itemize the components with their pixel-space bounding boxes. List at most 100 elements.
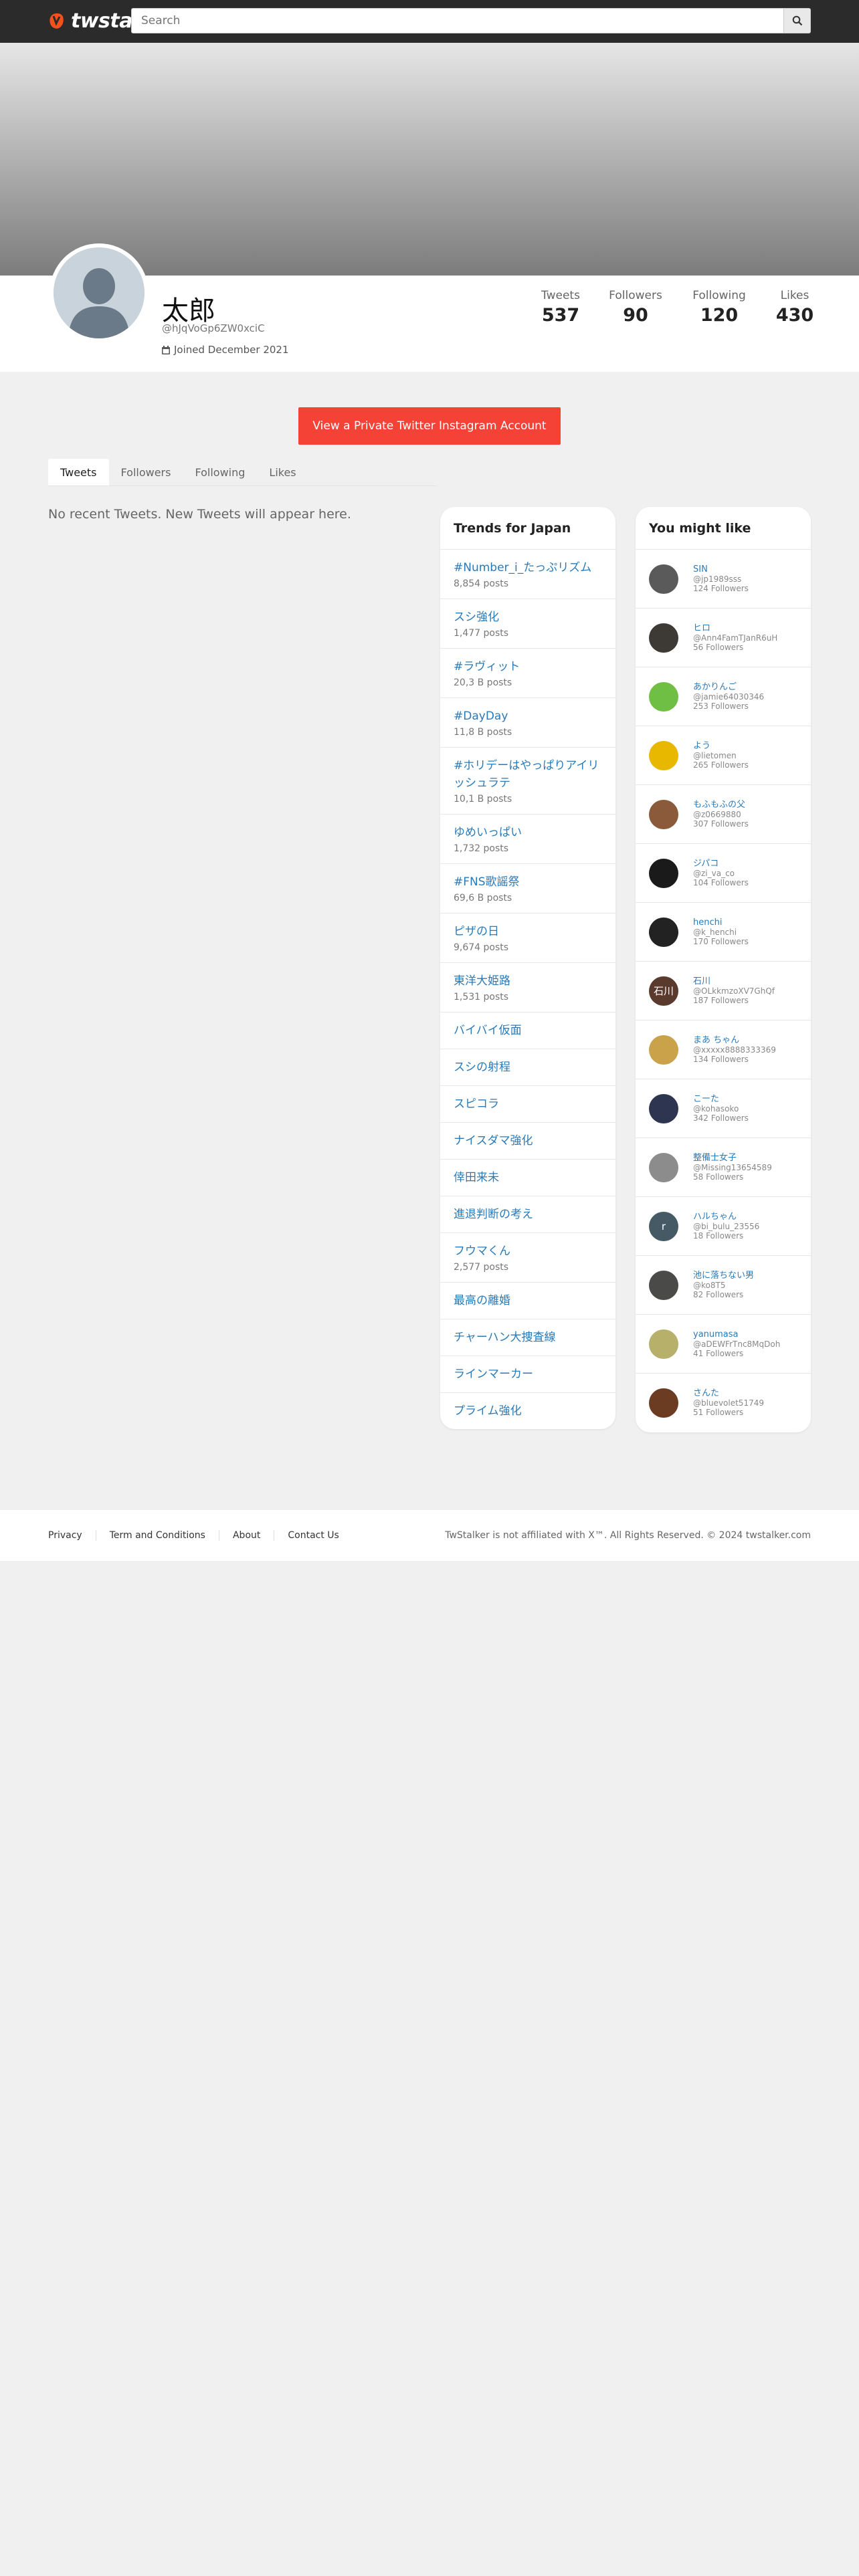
trend-name[interactable]: ラインマーカー	[454, 1366, 602, 1383]
suggested-user[interactable]: yanumasa @aDEWFrTnc8MqDoh 41 Followers	[636, 1315, 811, 1374]
trend-name[interactable]: フウマくん	[454, 1243, 602, 1260]
user-avatar[interactable]	[649, 564, 678, 594]
trend-item[interactable]: プライム強化	[440, 1393, 615, 1429]
trend-name[interactable]: #ホリデーはやっぱりアイリッシュラテ	[454, 757, 602, 792]
user-avatar[interactable]	[649, 740, 678, 770]
trend-name[interactable]: 進退判断の考え	[454, 1206, 602, 1223]
trend-item[interactable]: #Number_i_たっぷリズム 8,854 posts	[440, 550, 615, 599]
user-name[interactable]: まあ ちゃん	[693, 1035, 776, 1045]
trend-name[interactable]: チャーハン大捜査線	[454, 1329, 602, 1346]
user-name[interactable]: ヒロ	[693, 623, 777, 633]
user-name[interactable]: よう	[693, 741, 749, 751]
trend-name[interactable]: #ラヴィット	[454, 658, 602, 675]
suggested-user[interactable]: こーた @kohasoko 342 Followers	[636, 1079, 811, 1138]
search-button[interactable]	[784, 8, 811, 33]
suggested-user[interactable]: まあ ちゃん @xxxxx8888333369 134 Followers	[636, 1021, 811, 1079]
user-avatar[interactable]: 石川	[649, 976, 678, 1006]
suggested-user[interactable]: henchi @k_henchi 170 Followers	[636, 903, 811, 962]
stat-following[interactable]: Following 120	[689, 289, 749, 326]
trend-item[interactable]: ナイスダマ強化	[440, 1123, 615, 1160]
user-avatar[interactable]	[649, 1329, 678, 1359]
stat-followers[interactable]: Followers 90	[607, 289, 664, 326]
user-avatar[interactable]	[649, 681, 678, 712]
footer-link-contact[interactable]: Contact Us	[274, 1530, 352, 1541]
user-avatar[interactable]	[649, 1152, 678, 1182]
tab-followers[interactable]: Followers	[109, 459, 183, 486]
user-avatar[interactable]	[649, 917, 678, 947]
user-avatar[interactable]	[649, 623, 678, 653]
suggested-user[interactable]: さんた @bluevolet51749 51 Followers	[636, 1374, 811, 1432]
user-avatar[interactable]	[649, 1093, 678, 1123]
footer-link-privacy[interactable]: Privacy	[48, 1530, 96, 1541]
suggested-user[interactable]: もふもふの父 @z0669880 307 Followers	[636, 785, 811, 844]
stat-likes[interactable]: Likes 430	[775, 289, 815, 326]
suggested-user[interactable]: ジパコ @zi_va_co 104 Followers	[636, 844, 811, 903]
user-avatar[interactable]	[649, 1270, 678, 1300]
user-name[interactable]: こーた	[693, 1094, 749, 1104]
trend-name[interactable]: #Number_i_たっぷリズム	[454, 559, 602, 576]
user-name[interactable]: 池に落ちない男	[693, 1271, 754, 1281]
trend-item[interactable]: スピコラ	[440, 1086, 615, 1123]
trend-name[interactable]: 東洋大姫路	[454, 972, 602, 990]
trend-name[interactable]: スシ強化	[454, 609, 602, 626]
search-input[interactable]	[131, 8, 784, 33]
suggested-user[interactable]: r ハルちゃん @bi_bulu_23556 18 Followers	[636, 1197, 811, 1256]
trend-name[interactable]: ピザの日	[454, 923, 602, 940]
footer-link-about[interactable]: About	[218, 1530, 274, 1541]
trend-item[interactable]: #DayDay 11,8 B posts	[440, 698, 615, 748]
profile-avatar[interactable]	[54, 247, 145, 338]
trend-item[interactable]: バイバイ仮面	[440, 1012, 615, 1049]
user-name[interactable]: ハルちゃん	[693, 1212, 759, 1222]
user-avatar[interactable]	[649, 1035, 678, 1065]
suggested-user[interactable]: 整備士女子 @Missing13654589 58 Followers	[636, 1138, 811, 1197]
user-name[interactable]: henchi	[693, 918, 749, 928]
footer-link-terms[interactable]: Term and Conditions	[95, 1530, 219, 1541]
trend-item[interactable]: 倖田来未	[440, 1160, 615, 1196]
trend-item[interactable]: ラインマーカー	[440, 1356, 615, 1393]
trend-item[interactable]: フウマくん 2,577 posts	[440, 1233, 615, 1283]
stat-tweets[interactable]: Tweets 537	[541, 289, 581, 326]
suggested-user[interactable]: ヒロ @Ann4FamTJanR6uH 56 Followers	[636, 609, 811, 667]
trend-name[interactable]: プライム強化	[454, 1402, 602, 1420]
trend-name[interactable]: バイバイ仮面	[454, 1022, 602, 1039]
trend-name[interactable]: 最高の離婚	[454, 1292, 602, 1309]
view-private-account-button[interactable]: View a Private Twitter Instagram Account	[298, 407, 561, 445]
trend-name[interactable]: 倖田来未	[454, 1169, 602, 1186]
trend-item[interactable]: 東洋大姫路 1,531 posts	[440, 963, 615, 1012]
trend-item[interactable]: 進退判断の考え	[440, 1196, 615, 1233]
trend-name[interactable]: #FNS歌謡祭	[454, 873, 602, 891]
suggested-user[interactable]: 池に落ちない男 @ko8T5 82 Followers	[636, 1256, 811, 1315]
trend-name[interactable]: #DayDay	[454, 708, 602, 725]
trend-item[interactable]: スシ強化 1,477 posts	[440, 599, 615, 649]
trend-item[interactable]: #ホリデーはやっぱりアイリッシュラテ 10,1 B posts	[440, 748, 615, 815]
user-name[interactable]: さんた	[693, 1389, 764, 1398]
trend-item[interactable]: #FNS歌謡祭 69,6 B posts	[440, 864, 615, 914]
user-name[interactable]: あかりんご	[693, 682, 764, 692]
suggested-user[interactable]: 石川 石川 @OLkkmzoXV7GhQf 187 Followers	[636, 962, 811, 1021]
user-avatar[interactable]	[649, 799, 678, 829]
trend-item[interactable]: ゆめいっぱい 1,732 posts	[440, 815, 615, 864]
user-avatar[interactable]: r	[649, 1211, 678, 1241]
user-name[interactable]: yanumasa	[693, 1329, 780, 1339]
trend-item[interactable]: チャーハン大捜査線	[440, 1319, 615, 1356]
trend-name[interactable]: スピコラ	[454, 1095, 602, 1113]
trend-item[interactable]: スシの射程	[440, 1049, 615, 1086]
tab-likes[interactable]: Likes	[257, 459, 308, 486]
trend-item[interactable]: ピザの日 9,674 posts	[440, 914, 615, 963]
suggested-user[interactable]: あかりんご @jamie64030346 253 Followers	[636, 667, 811, 726]
tab-tweets[interactable]: Tweets	[48, 459, 109, 486]
suggested-user[interactable]: SIN @jp1989sss 124 Followers	[636, 550, 811, 609]
user-name[interactable]: ジパコ	[693, 859, 749, 869]
user-name[interactable]: 石川	[693, 976, 775, 986]
suggested-user[interactable]: よう @lietomen 265 Followers	[636, 726, 811, 785]
trend-name[interactable]: ナイスダマ強化	[454, 1132, 602, 1150]
trend-item[interactable]: #ラヴィット 20,3 B posts	[440, 649, 615, 698]
user-name[interactable]: SIN	[693, 564, 749, 574]
user-avatar[interactable]	[649, 1388, 678, 1418]
trend-name[interactable]: スシの射程	[454, 1059, 602, 1076]
trend-item[interactable]: 最高の離婚	[440, 1283, 615, 1319]
trend-name[interactable]: ゆめいっぱい	[454, 824, 602, 841]
site-logo[interactable]: twstalker	[48, 9, 135, 33]
user-name[interactable]: もふもふの父	[693, 800, 749, 810]
user-avatar[interactable]	[649, 858, 678, 888]
